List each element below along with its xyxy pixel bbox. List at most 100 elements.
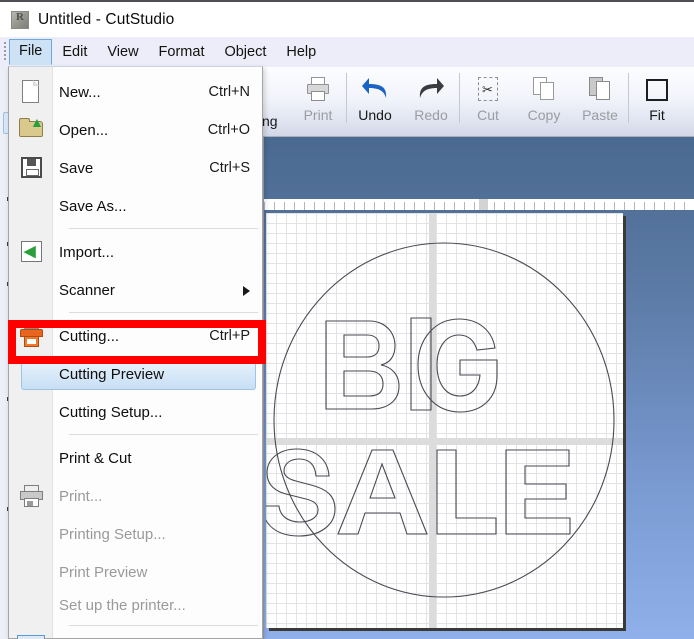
undo-arrow-icon — [360, 75, 390, 103]
ruler-tick — [344, 202, 345, 210]
toolbar-paste-button[interactable]: Paste — [572, 67, 628, 135]
menu-item-save-label: Save — [59, 159, 94, 177]
ruler-tick — [524, 202, 525, 210]
toolbar-fit-label: Fit — [649, 107, 665, 123]
ruler-tick — [394, 202, 395, 210]
toolbar-redo-button[interactable]: Redo — [403, 67, 459, 135]
menu-item-set-up-printer[interactable]: Set up the printer... — [9, 586, 262, 624]
toolbar-redo-label: Redo — [414, 107, 448, 123]
menu-separator — [69, 312, 258, 313]
menu-item-print-preview-label: Print Preview — [59, 563, 148, 581]
toolbar-cut-button[interactable]: ✂ Cut — [460, 67, 516, 135]
ruler-tick — [464, 202, 465, 210]
ruler-tick — [434, 202, 435, 210]
menu-item-new-accel: Ctrl+N — [208, 84, 251, 100]
menubar-grip-handle[interactable] — [0, 37, 9, 67]
printer-icon — [303, 75, 333, 103]
ruler-tick — [584, 202, 585, 210]
menu-item-cutting[interactable]: Cutting... Ctrl+P — [9, 317, 262, 355]
ruler-tick — [454, 202, 455, 210]
menu-item-cutting-setup[interactable]: Cutting Setup... — [9, 393, 262, 431]
menu-item-tiling[interactable]: ✓ Tiling... — [9, 629, 262, 639]
toolbar-button-group: Print Undo Redo ✂ Cut Copy Paste Fit — [262, 67, 694, 137]
menu-item-new[interactable]: New... Ctrl+N — [9, 73, 262, 111]
menu-item-set-up-printer-label: Set up the printer... — [59, 596, 186, 614]
ruler-tick — [414, 202, 415, 210]
menu-item-printing-setup[interactable]: Printing Setup... — [9, 515, 262, 553]
cut-icon: ✂ — [473, 75, 503, 103]
menu-view[interactable]: View — [97, 40, 148, 65]
toolbar-copy-button[interactable]: Copy — [516, 67, 572, 135]
ruler-tick — [314, 202, 315, 210]
toolbar-print-button[interactable]: Print — [290, 67, 346, 135]
ruler-tick — [654, 202, 655, 210]
cutstudio-window: ng Print Undo Redo ✂ Cut Copy Paste Fit … — [0, 0, 694, 639]
menu-item-import[interactable]: ◀ Import... — [9, 233, 262, 271]
menu-file[interactable]: File — [9, 39, 53, 65]
ruler-tick — [494, 202, 495, 210]
ruler-tick — [514, 202, 515, 210]
ruler-tick — [374, 202, 375, 210]
menu-item-scanner-label: Scanner — [59, 281, 115, 299]
title-bar: Untitled - CutStudio — [0, 0, 694, 37]
menu-item-cutting-preview-label: Cutting Preview — [59, 365, 165, 383]
fit-to-selection-icon — [642, 75, 672, 103]
menu-item-import-label: Import... — [59, 243, 115, 261]
ruler-tick — [424, 202, 425, 210]
menu-item-print[interactable]: Print... — [9, 477, 262, 515]
menu-object[interactable]: Object — [214, 40, 276, 65]
canvas-workspace[interactable] — [255, 137, 694, 639]
ruler-tick — [354, 202, 355, 210]
save-disk-icon — [17, 155, 45, 181]
printer-icon — [17, 483, 45, 509]
ruler-tick — [604, 202, 605, 210]
ruler-tick — [674, 202, 675, 210]
ruler-tick — [634, 202, 635, 210]
menu-item-open[interactable]: ▲ Open... Ctrl+O — [9, 111, 262, 149]
ruler-tick — [404, 202, 405, 210]
ruler-tick — [664, 202, 665, 210]
new-document-icon — [17, 79, 45, 105]
ruler-origin-marker — [479, 199, 488, 210]
ruler-tick — [504, 202, 505, 210]
ruler-tick — [574, 202, 575, 210]
import-arrow-icon: ◀ — [17, 239, 45, 265]
ruler-tick — [624, 202, 625, 210]
menu-item-print-and-cut-label: Print & Cut — [59, 449, 132, 467]
menu-item-open-label: Open... — [59, 121, 109, 139]
menu-item-open-accel: Ctrl+O — [207, 122, 250, 138]
menu-help[interactable]: Help — [276, 40, 326, 65]
cutting-machine-icon — [17, 323, 45, 349]
artwork-vector-outlines[interactable] — [266, 213, 623, 628]
toolbar-print-label: Print — [303, 107, 333, 123]
window-title: Untitled - CutStudio — [38, 10, 175, 28]
menu-item-print-and-cut[interactable]: Print & Cut — [9, 439, 262, 477]
ruler-tick — [644, 202, 645, 210]
menu-item-cutting-setup-label: Cutting Setup... — [59, 403, 163, 421]
horizontal-ruler — [264, 199, 694, 210]
ruler-tick — [294, 202, 295, 210]
menu-bar: File Edit View Format Object Help — [0, 37, 694, 67]
menu-item-cutting-accel: Ctrl+P — [209, 328, 250, 344]
ruler-tick — [274, 202, 275, 210]
menu-item-save-as[interactable]: Save As... — [9, 187, 262, 225]
menu-item-save-accel: Ctrl+S — [209, 160, 250, 176]
file-dropdown-menu: New... Ctrl+N ▲ Open... Ctrl+O Save Ctrl… — [8, 66, 263, 639]
ruler-tick — [564, 202, 565, 210]
ruler-tick — [544, 202, 545, 210]
menu-format[interactable]: Format — [149, 40, 215, 65]
menu-item-save[interactable]: Save Ctrl+S — [9, 149, 262, 187]
menu-item-scanner[interactable]: Scanner — [9, 271, 262, 309]
menu-item-cutting-preview[interactable]: Cutting Preview — [9, 355, 262, 393]
toolbar-undo-button[interactable]: Undo — [347, 67, 403, 135]
design-page[interactable] — [266, 213, 623, 628]
menu-separator — [69, 228, 258, 229]
ruler-tick — [594, 202, 595, 210]
toolbar-cut-label: Cut — [477, 107, 499, 123]
toolbar-move-button[interactable]: Mov — [685, 67, 694, 135]
menu-separator — [69, 434, 258, 435]
menu-edit[interactable]: Edit — [52, 40, 97, 65]
redo-arrow-icon — [416, 75, 446, 103]
toolbar-fit-button[interactable]: Fit — [629, 67, 685, 135]
ruler-tick — [384, 202, 385, 210]
